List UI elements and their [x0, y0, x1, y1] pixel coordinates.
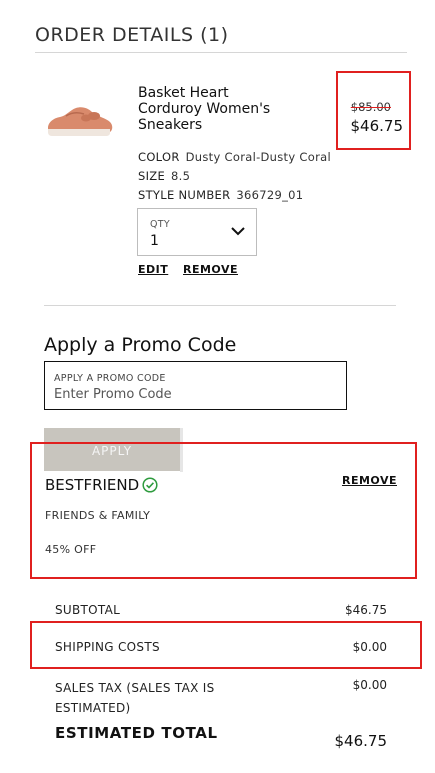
promo-discount: 45% OFF — [45, 543, 97, 556]
original-price: $85.00 — [350, 100, 391, 114]
promo-input-placeholder: Enter Promo Code — [54, 387, 172, 402]
style-value: 366729_01 — [236, 188, 304, 202]
check-circle-icon — [142, 477, 158, 493]
product-image[interactable] — [44, 98, 116, 142]
product-name[interactable]: Basket Heart Corduroy Women's Sneakers — [138, 85, 313, 133]
applied-promo-code: BESTFRIEND — [45, 476, 140, 494]
promo-code-input[interactable]: APPLY A PROMO CODE Enter Promo Code — [44, 361, 347, 410]
promo-description: FRIENDS & FAMILY — [45, 509, 151, 522]
quantity-value: 1 — [150, 233, 159, 249]
quantity-label: QTY — [150, 219, 170, 230]
style-attribute: STYLE NUMBER 366729_01 — [138, 188, 303, 202]
promo-input-label: APPLY A PROMO CODE — [54, 373, 166, 384]
size-value: 8.5 — [171, 169, 191, 183]
sales-tax-value: $0.00 — [352, 678, 387, 692]
size-label: SIZE — [138, 169, 166, 183]
item-divider — [44, 305, 396, 306]
color-value: Dusty Coral-Dusty Coral — [185, 150, 331, 164]
sales-tax-label: SALES TAX (SALES TAX IS ESTIMATED) — [55, 681, 215, 715]
order-details-title: ORDER DETAILS (1) — [35, 24, 229, 46]
remove-promo-link[interactable]: REMOVE — [342, 474, 397, 487]
estimated-total-label: ESTIMATED TOTAL — [55, 724, 218, 742]
quantity-select[interactable]: QTY 1 — [137, 208, 257, 256]
chevron-down-icon — [231, 227, 245, 236]
sale-price: $46.75 — [350, 117, 404, 135]
shipping-label: SHIPPING COSTS — [55, 640, 160, 654]
price-highlight-box: $85.00 $46.75 — [336, 71, 411, 150]
remove-item-link[interactable]: REMOVE — [183, 263, 238, 276]
header-divider — [35, 52, 407, 53]
promo-heading: Apply a Promo Code — [44, 334, 237, 356]
subtotal-value: $46.75 — [345, 603, 387, 617]
size-attribute: SIZE 8.5 — [138, 169, 190, 183]
style-label: STYLE NUMBER — [138, 188, 231, 202]
edit-item-link[interactable]: EDIT — [138, 263, 168, 276]
estimated-total-value: $46.75 — [334, 732, 388, 750]
shipping-value: $0.00 — [352, 640, 387, 654]
subtotal-label: SUBTOTAL — [55, 603, 121, 617]
color-label: COLOR — [138, 150, 180, 164]
color-attribute: COLOR Dusty Coral-Dusty Coral — [138, 150, 331, 164]
